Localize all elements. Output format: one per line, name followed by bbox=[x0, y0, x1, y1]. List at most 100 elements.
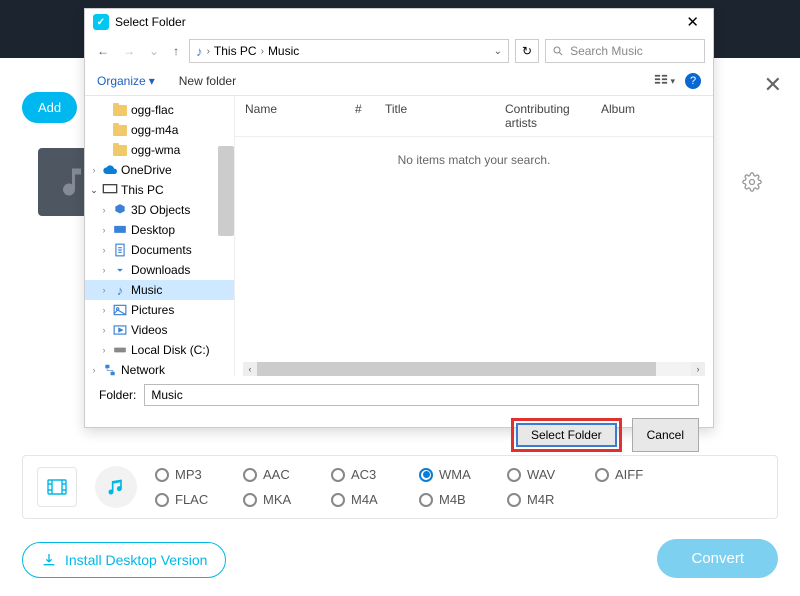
organize-menu[interactable]: Organize▾ bbox=[97, 74, 155, 88]
chevron-down-icon[interactable]: ⌄ bbox=[494, 46, 502, 57]
tree-item-label: This PC bbox=[121, 183, 164, 197]
caret-icon[interactable]: › bbox=[99, 325, 109, 335]
radio-icon bbox=[595, 468, 609, 482]
desktop-icon bbox=[112, 223, 128, 237]
tree-scrollbar[interactable] bbox=[218, 96, 234, 376]
dialog-close-icon[interactable]: ✕ bbox=[680, 13, 705, 31]
tree-item[interactable]: ogg-wma bbox=[85, 140, 234, 160]
tree-item[interactable]: › Local Disk (C:) bbox=[85, 340, 234, 360]
caret-icon[interactable]: › bbox=[99, 345, 109, 355]
tree-item-label: Music bbox=[131, 283, 162, 297]
tree-item-label: ogg-wma bbox=[131, 143, 180, 157]
format-label: MP3 bbox=[175, 467, 202, 482]
nav-back-icon[interactable]: ← bbox=[93, 42, 113, 60]
nav-up-icon[interactable]: ↑ bbox=[169, 42, 183, 60]
format-option[interactable]: M4B bbox=[419, 492, 485, 507]
install-desktop-button[interactable]: Install Desktop Version bbox=[22, 542, 226, 578]
radio-icon bbox=[419, 493, 433, 507]
scroll-left-icon[interactable]: ‹ bbox=[243, 362, 257, 376]
format-option[interactable]: WMA bbox=[419, 467, 485, 482]
breadcrumb-current[interactable]: Music bbox=[268, 44, 299, 58]
3d-icon bbox=[112, 203, 128, 217]
caret-icon[interactable]: › bbox=[89, 165, 99, 175]
tree-item[interactable]: ›Pictures bbox=[85, 300, 234, 320]
caret-icon[interactable]: › bbox=[99, 245, 109, 255]
tree-item[interactable]: ⌄ This PC bbox=[85, 180, 234, 200]
format-label: AIFF bbox=[615, 467, 643, 482]
gear-icon[interactable] bbox=[742, 172, 762, 197]
new-folder-button[interactable]: New folder bbox=[179, 74, 236, 88]
download-icon bbox=[41, 552, 57, 568]
audio-icon[interactable] bbox=[95, 466, 137, 508]
format-label: M4R bbox=[527, 492, 554, 507]
tree-item[interactable]: › Videos bbox=[85, 320, 234, 340]
caret-icon[interactable]: › bbox=[99, 285, 109, 295]
radio-icon bbox=[243, 493, 257, 507]
breadcrumb[interactable]: ♪ › This PC › Music ⌄ bbox=[189, 39, 509, 63]
convert-button[interactable]: Convert bbox=[657, 539, 778, 578]
format-option[interactable]: M4R bbox=[507, 492, 573, 507]
scroll-right-icon[interactable]: › bbox=[691, 362, 705, 376]
cancel-button[interactable]: Cancel bbox=[632, 418, 699, 452]
format-option[interactable]: AC3 bbox=[331, 467, 397, 482]
caret-icon[interactable]: › bbox=[99, 305, 109, 315]
add-button[interactable]: Add bbox=[22, 92, 77, 123]
format-option[interactable]: FLAC bbox=[155, 492, 221, 507]
tree-item[interactable]: ›Desktop bbox=[85, 220, 234, 240]
format-option[interactable]: AAC bbox=[243, 467, 309, 482]
videos-icon bbox=[112, 323, 128, 337]
tree-item[interactable]: › OneDrive bbox=[85, 160, 234, 180]
column-title[interactable]: Title bbox=[385, 102, 505, 130]
horizontal-scrollbar[interactable]: ‹ › bbox=[243, 362, 705, 376]
tree-item-label: OneDrive bbox=[121, 163, 172, 177]
view-mode-button[interactable]: ▾ bbox=[654, 74, 675, 88]
select-folder-button[interactable]: Select Folder bbox=[516, 423, 617, 447]
video-icon[interactable] bbox=[37, 467, 77, 507]
empty-message: No items match your search. bbox=[235, 137, 713, 183]
format-option[interactable]: WAV bbox=[507, 467, 573, 482]
caret-icon[interactable]: › bbox=[99, 265, 109, 275]
dialog-title: Select Folder bbox=[115, 15, 186, 29]
folder-icon bbox=[112, 123, 128, 137]
tree-item[interactable]: ogg-flac bbox=[85, 100, 234, 120]
chevron-right-icon: › bbox=[261, 46, 264, 57]
tree-item[interactable]: ›3D Objects bbox=[85, 200, 234, 220]
search-placeholder: Search Music bbox=[570, 44, 643, 58]
nav-recent-icon[interactable]: ⌄ bbox=[145, 42, 163, 60]
tree-item-label: Local Disk (C:) bbox=[131, 343, 210, 357]
format-option[interactable]: AIFF bbox=[595, 467, 661, 482]
breadcrumb-root[interactable]: This PC bbox=[214, 44, 257, 58]
tree-item[interactable]: › Network bbox=[85, 360, 234, 376]
tree-item[interactable]: ogg-m4a bbox=[85, 120, 234, 140]
tree-item[interactable]: ›Documents bbox=[85, 240, 234, 260]
format-option[interactable]: MP3 bbox=[155, 467, 221, 482]
tree-item[interactable]: ›♪Music bbox=[85, 280, 234, 300]
refresh-icon[interactable]: ↻ bbox=[515, 39, 539, 63]
close-icon[interactable]: ✕ bbox=[764, 72, 782, 98]
format-option[interactable]: MKA bbox=[243, 492, 309, 507]
caret-icon[interactable]: › bbox=[99, 225, 109, 235]
tree-item-label: Network bbox=[121, 363, 165, 376]
format-label: WAV bbox=[527, 467, 555, 482]
column-contributing[interactable]: Contributing artists bbox=[505, 102, 601, 130]
folder-label: Folder: bbox=[99, 388, 136, 402]
column-album[interactable]: Album bbox=[601, 102, 703, 130]
folder-input[interactable] bbox=[144, 384, 699, 406]
caret-icon[interactable]: ⌄ bbox=[89, 185, 99, 196]
tree-item-label: Videos bbox=[131, 323, 167, 337]
music-icon: ♪ bbox=[112, 283, 128, 297]
tree-item[interactable]: ›Downloads bbox=[85, 260, 234, 280]
column-number[interactable]: # bbox=[355, 102, 385, 130]
search-input[interactable]: Search Music bbox=[545, 39, 705, 63]
help-icon[interactable]: ? bbox=[685, 73, 701, 89]
column-name[interactable]: Name bbox=[245, 102, 355, 130]
caret-icon[interactable]: › bbox=[89, 365, 99, 375]
folder-input-row: Folder: bbox=[85, 376, 713, 414]
format-option[interactable]: M4A bbox=[331, 492, 397, 507]
folder-icon bbox=[112, 103, 128, 117]
format-label: WMA bbox=[439, 467, 471, 482]
radio-icon bbox=[331, 493, 345, 507]
caret-icon[interactable]: › bbox=[99, 205, 109, 215]
folder-icon bbox=[112, 143, 128, 157]
radio-icon bbox=[507, 493, 521, 507]
